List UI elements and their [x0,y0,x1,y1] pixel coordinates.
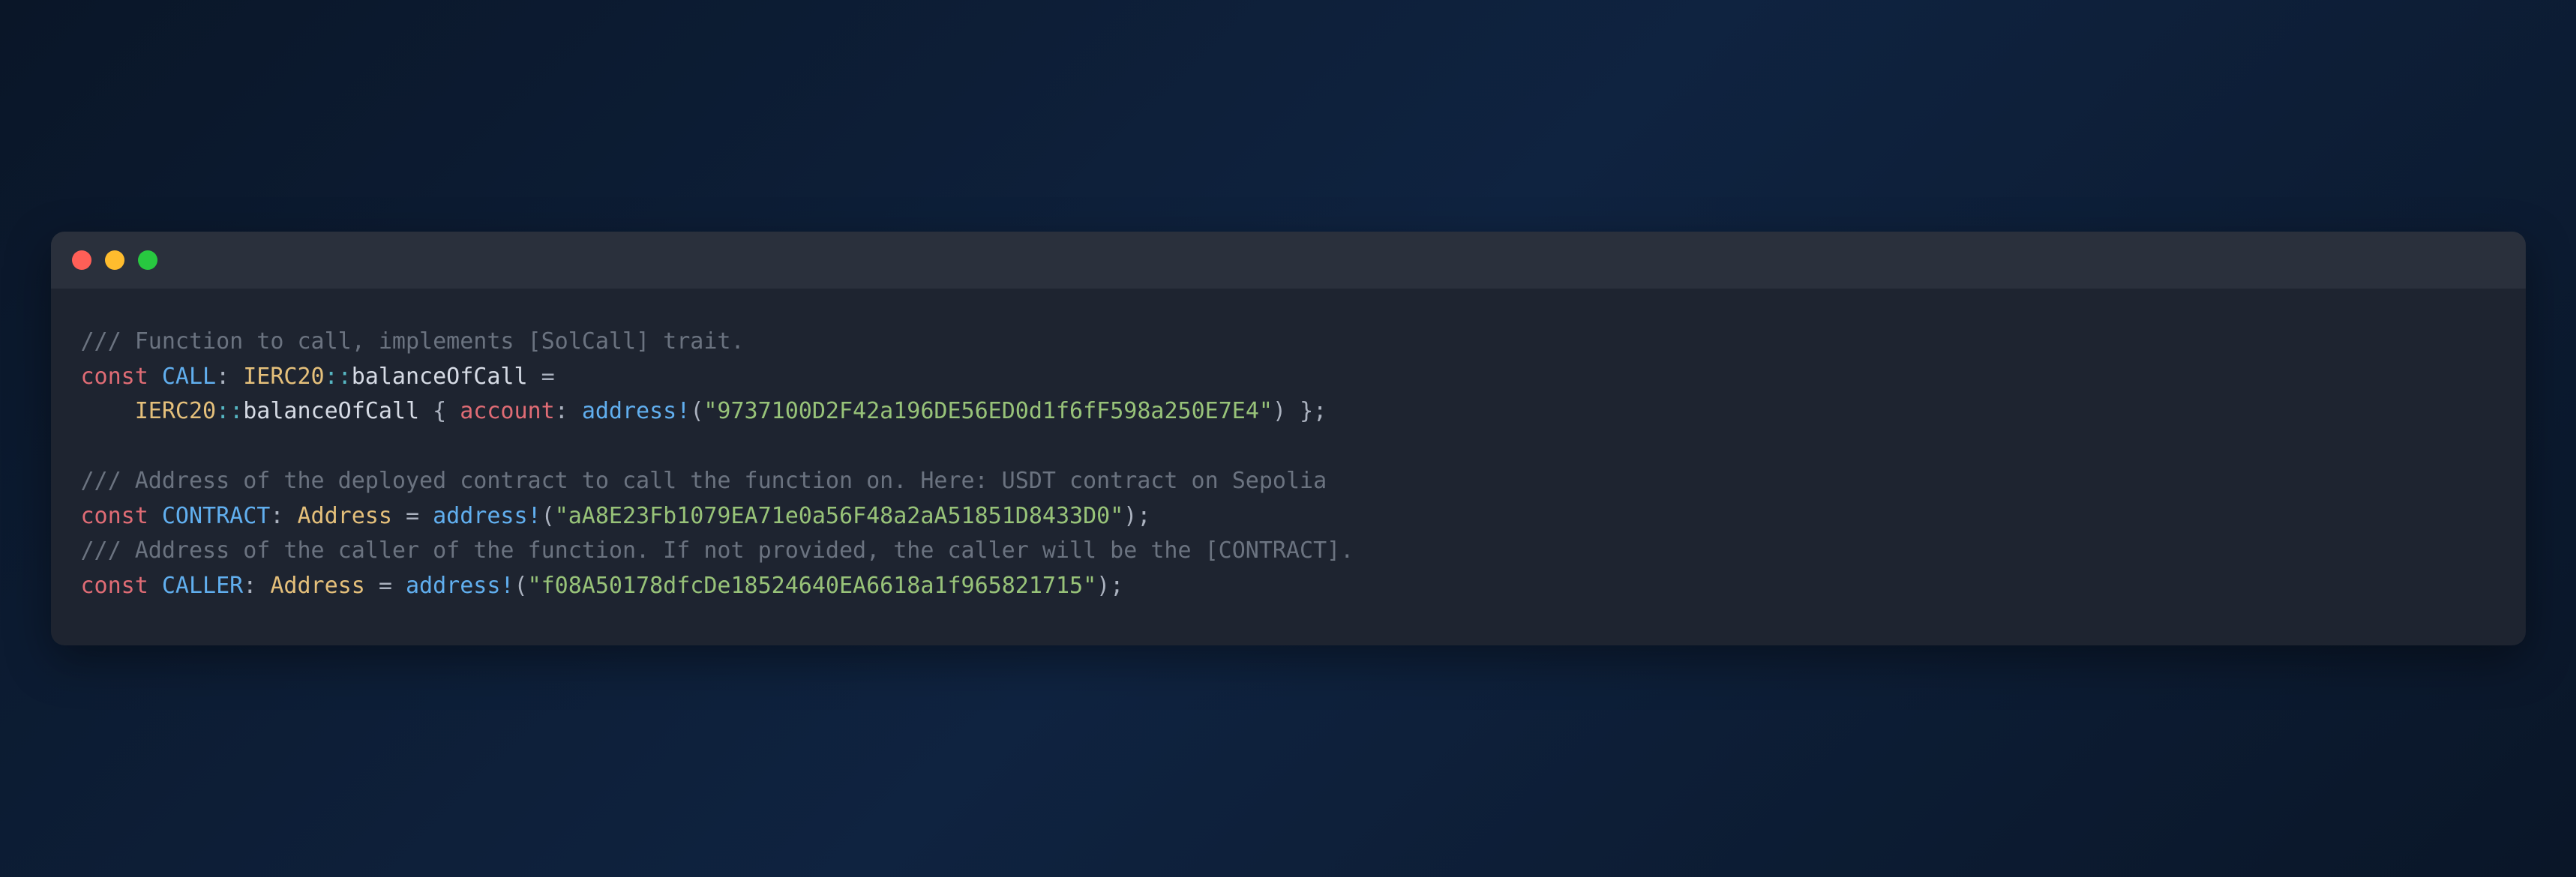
colon: : [555,398,582,424]
semi: ; [1110,573,1123,599]
semi: ; [1137,503,1150,529]
keyword-const: const [81,364,148,390]
comment-line: /// Address of the caller of the functio… [81,537,1354,564]
type-ierc20: IERC20 [135,398,216,424]
lparen: ( [541,503,555,529]
maximize-icon[interactable] [138,250,157,270]
macro-address: address! [433,503,541,529]
colon: : [270,503,297,529]
type-ierc20: IERC20 [243,364,324,390]
const-name: CALL [162,364,216,390]
string-literal: "9737100D2F42a196DE56ED0d1f6fF598a250E7E… [703,398,1273,424]
indent [81,398,135,424]
field-account: account [460,398,554,424]
const-name: CALLER [162,573,243,599]
eq: = [392,503,433,529]
string-literal: "f08A50178dfcDe18524640EA6618a1f96582171… [528,573,1097,599]
lparen: ( [514,573,528,599]
dcolon: :: [325,364,352,390]
string-literal: "aA8E23Fb1079EA71e0a56F48a2aA51851D8433D… [555,503,1124,529]
colon: : [216,364,243,390]
rparen: ) [1096,573,1110,599]
keyword-const: const [81,573,148,599]
macro-address: address! [582,398,691,424]
macro-address: address! [406,573,514,599]
code-block: /// Function to call, implements [SolCal… [51,289,2526,645]
eq: = [365,573,406,599]
code-window: /// Function to call, implements [SolCal… [51,232,2526,645]
eq: = [528,364,568,390]
type-address: Address [298,503,392,529]
const-name: CONTRACT [162,503,271,529]
comment-line: /// Function to call, implements [SolCal… [81,328,745,355]
colon: : [243,573,270,599]
comment-line: /// Address of the deployed contract to … [81,468,1327,494]
rparen: ) [1273,398,1286,424]
close-icon[interactable] [72,250,91,270]
rparen: ) [1123,503,1137,529]
rbrace: } [1286,398,1313,424]
type-member: balanceOfCall [243,398,419,424]
dcolon: :: [216,398,243,424]
keyword-const: const [81,503,148,529]
semi: ; [1313,398,1327,424]
minimize-icon[interactable] [105,250,124,270]
lbrace: { [419,398,460,424]
type-address: Address [270,573,364,599]
lparen: ( [690,398,703,424]
type-member: balanceOfCall [352,364,528,390]
titlebar [51,232,2526,289]
